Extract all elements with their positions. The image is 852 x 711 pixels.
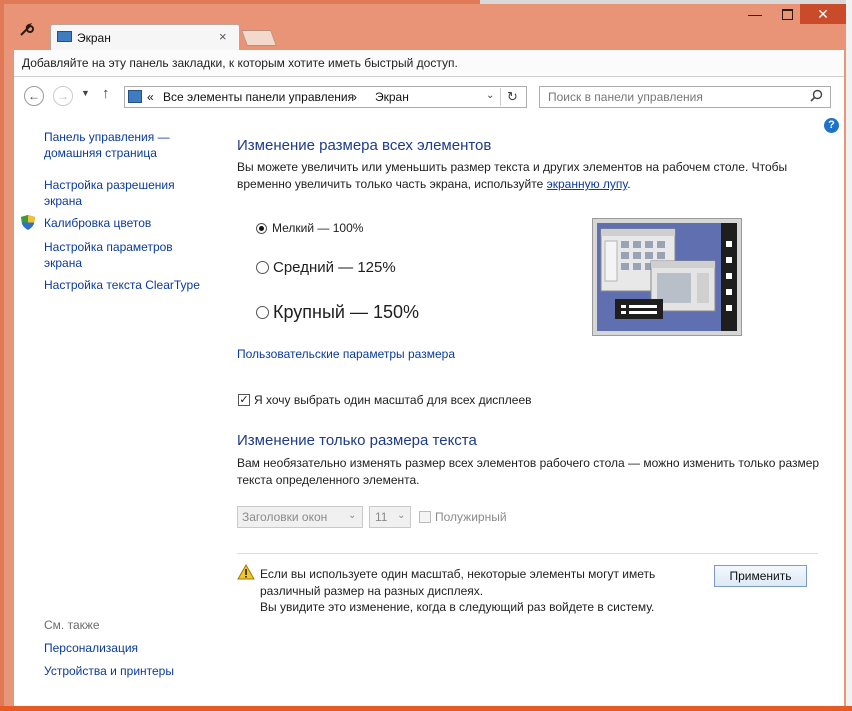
description-end: . (627, 177, 631, 191)
sidebar-item-display-settings[interactable]: Настройка параметров экрана (44, 239, 194, 271)
option-small[interactable]: Мелкий — 100% (256, 221, 363, 235)
one-scale-label: Я хочу выбрать один масштаб для всех дис… (254, 393, 532, 407)
font-size-select[interactable]: 11 ⌄ (369, 506, 411, 528)
address-bar[interactable]: « Все элементы панели управления › Экран… (124, 86, 527, 108)
wrench-icon[interactable] (14, 22, 38, 44)
close-window-button[interactable]: ✕ (800, 4, 846, 24)
minimize-icon: — (748, 6, 762, 22)
see-also-heading: См. также (44, 618, 100, 632)
close-icon: ✕ (817, 5, 829, 22)
arrow-up-icon: ↑ (102, 85, 110, 102)
font-size-select-value: 11 (375, 510, 388, 524)
one-scale-checkbox[interactable]: ✓ (238, 394, 250, 406)
arrow-right-icon: → (57, 89, 69, 103)
tab-label: Экран (77, 31, 111, 45)
radio-medium[interactable] (256, 261, 269, 274)
apply-button[interactable]: Применить (714, 565, 807, 587)
warning-text-2: Вы увидите это изменение, когда в следую… (260, 600, 655, 614)
section-title-text-only: Изменение только размера текста (237, 432, 477, 449)
back-button[interactable]: ← (24, 86, 44, 106)
sidebar-item-devices-printers[interactable]: Устройства и принтеры (44, 663, 174, 679)
breadcrumb-screen[interactable]: Экран (375, 90, 409, 104)
section2-description: Вам необязательно изменять размер всех э… (237, 456, 820, 487)
bookmarks-bar-text: Добавляйте на эту панель закладки, к кот… (22, 56, 458, 70)
minimize-button[interactable]: — (740, 4, 770, 24)
section-title-all-items: Изменение размера всех элементов (237, 137, 492, 154)
help-icon[interactable]: ? (824, 118, 839, 133)
warning-text-1: Если вы используете один масштаб, некото… (260, 567, 656, 598)
chevron-down-icon: ⌄ (397, 510, 406, 521)
bold-label: Полужирный (435, 510, 507, 524)
sidebar-item-resolution[interactable]: Настройка разрешения экрана (44, 177, 194, 209)
bold-checkbox[interactable] (419, 511, 431, 523)
magnifier-link[interactable]: экранную лупу (547, 177, 628, 191)
chevron-down-icon: ⌄ (348, 510, 357, 521)
chevron-down-icon: ▼ (81, 88, 90, 98)
divider (237, 553, 818, 554)
refresh-icon: ↻ (507, 89, 518, 104)
option-large[interactable]: Крупный — 150% (256, 302, 419, 323)
arrow-left-icon: ← (28, 89, 40, 103)
taskbar-edge (0, 706, 852, 711)
search-input[interactable]: Поиск в панели управления (539, 86, 831, 108)
new-tab-button[interactable] (241, 30, 277, 46)
scale-preview-image (592, 218, 742, 336)
bold-option[interactable]: Полужирный (419, 510, 507, 524)
warning-icon (237, 563, 255, 583)
tab-close-icon[interactable]: × (219, 29, 227, 44)
maximize-button[interactable] (772, 4, 802, 24)
tab-screen[interactable]: Экран × (50, 24, 240, 50)
element-select[interactable]: Заголовки окон ⌄ (237, 506, 363, 528)
radio-large[interactable] (256, 306, 269, 319)
search-icon[interactable] (810, 89, 823, 105)
breadcrumb-overflow[interactable]: « (147, 90, 154, 104)
sidebar-item-personalization[interactable]: Персонализация (44, 640, 138, 656)
uac-shield-icon (21, 215, 35, 230)
monitor-icon (57, 31, 72, 42)
one-scale-option[interactable]: ✓ Я хочу выбрать один масштаб для всех д… (238, 393, 532, 407)
bookmarks-bar: Добавляйте на эту панель закладки, к кот… (14, 50, 844, 77)
search-placeholder: Поиск в панели управления (548, 90, 703, 104)
breadcrumb-all-items[interactable]: Все элементы панели управления (163, 90, 354, 104)
option-medium[interactable]: Средний — 125% (256, 259, 396, 276)
sidebar-item-color-calibration[interactable]: Калибровка цветов (44, 215, 194, 231)
option-small-label: Мелкий — 100% (272, 221, 364, 235)
forward-button[interactable]: → (53, 86, 73, 106)
sidebar-item-control-panel-home[interactable]: Панель управления — домашняя страница (44, 129, 194, 161)
control-panel-icon (128, 90, 142, 103)
up-button[interactable]: ↑ (102, 85, 110, 102)
address-divider (500, 88, 501, 106)
sidebar-item-cleartype[interactable]: Настройка текста ClearType (44, 277, 214, 293)
radio-small[interactable] (256, 222, 267, 234)
recent-pages-dropdown[interactable]: ▼ (81, 88, 90, 98)
element-select-value: Заголовки окон (242, 510, 328, 524)
description-text: Вы можете увеличить или уменьшить размер… (237, 160, 788, 191)
address-history-dropdown[interactable]: ⌄ (486, 90, 494, 101)
maximize-icon (781, 8, 793, 20)
option-large-label: Крупный — 150% (273, 302, 420, 322)
desktop-background-strip (846, 0, 852, 711)
breadcrumb-separator[interactable]: › (353, 90, 357, 104)
section-description: Вы можете увеличить или уменьшить размер… (237, 159, 817, 193)
option-medium-label: Средний — 125% (273, 259, 396, 276)
chevron-down-icon: ⌄ (486, 90, 495, 101)
custom-size-link[interactable]: Пользовательские параметры размера (237, 347, 455, 361)
refresh-button[interactable]: ↻ (507, 89, 518, 105)
